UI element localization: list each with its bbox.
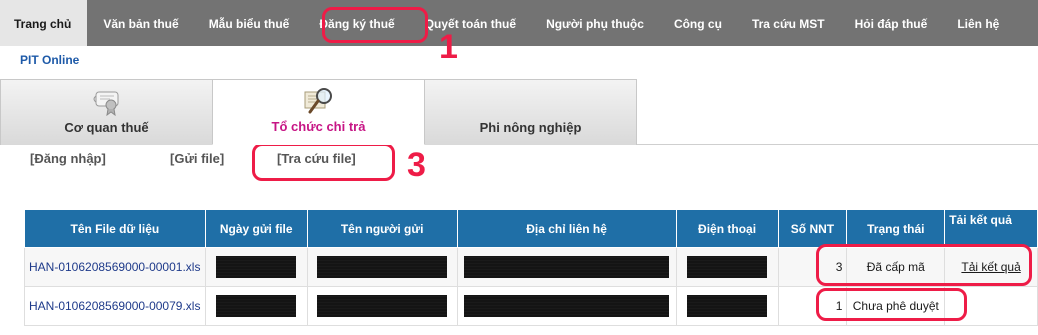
taxpayer-count-cell: 1 (777, 286, 848, 326)
tab-paying-organization[interactable]: Tổ chức chi trả (212, 79, 425, 145)
send-date-cell (204, 247, 308, 287)
nav-item-home[interactable]: Trang chủ (0, 0, 88, 46)
column-header-address[interactable]: Địa chỉ liên hệ (456, 209, 677, 248)
file-name[interactable]: HAN-0106208569000-00079.xls (29, 299, 200, 313)
phone-cell (675, 247, 779, 287)
tab-label: Phi nông nghiệp (479, 120, 582, 135)
nav-item-tax-registration[interactable]: Đăng ký thuế (303, 0, 408, 46)
certificate-scroll-icon (93, 91, 118, 116)
lookup-file-link[interactable]: [Tra cứu file] (277, 151, 356, 166)
taxpayer-count-cell: 3 (777, 247, 848, 287)
page: Trang chủ Văn bản thuế Mẫu biểu thuế Đăn… (0, 0, 1038, 335)
table-header-row: Tên File dữ liệu Ngày gửi file Tên người… (24, 209, 1038, 248)
nav-item-tin-lookup[interactable]: Tra cứu MST (736, 0, 839, 46)
redacted-block (687, 256, 768, 278)
annotation-number-1: 1 (439, 28, 458, 66)
nav-item-faq[interactable]: Hỏi đáp thuế (839, 0, 942, 46)
tab-non-agricultural[interactable]: Phi nông nghiệp (424, 79, 637, 145)
column-header-send-date[interactable]: Ngày gửi file (204, 209, 308, 248)
download-result-link[interactable]: Tải kết quả (961, 260, 1020, 274)
file-name-cell: HAN-0106208569000-00001.xls (24, 247, 206, 287)
annotation-number-3: 3 (407, 146, 426, 184)
file-name-cell: HAN-0106208569000-00079.xls (24, 286, 206, 326)
pit-online-link[interactable]: PIT Online (20, 53, 79, 67)
redacted-block (216, 256, 297, 278)
tab-label: Cơ quan thuế (64, 120, 149, 135)
column-header-phone[interactable]: Điện thoại (675, 209, 779, 248)
send-date-cell (204, 286, 308, 326)
download-cell (944, 286, 1038, 326)
redacted-block (317, 256, 448, 278)
address-cell (456, 247, 677, 287)
nav-item-dependents[interactable]: Người phụ thuộc (530, 0, 658, 46)
column-header-taxpayer-count[interactable]: Số NNT (777, 209, 848, 248)
tab-label: Tổ chức chi trả (271, 119, 366, 134)
column-header-sender-name[interactable]: Tên người gửi (306, 209, 458, 248)
sender-name-cell (306, 286, 458, 326)
send-file-link[interactable]: [Gửi file] (170, 151, 224, 166)
redacted-block (317, 295, 448, 317)
nav-item-legal-docs[interactable]: Văn bản thuế (87, 0, 192, 46)
file-results-table: Tên File dữ liệu Ngày gửi file Tên người… (24, 209, 1038, 326)
column-header-file-name[interactable]: Tên File dữ liệu (24, 209, 206, 248)
redacted-block (464, 295, 670, 317)
login-link[interactable]: [Đăng nhập] (30, 151, 106, 166)
column-header-status[interactable]: Trạng thái (846, 209, 946, 248)
nav-item-tools[interactable]: Công cụ (658, 0, 736, 46)
redacted-block (216, 295, 297, 317)
nav-item-tax-forms[interactable]: Mẫu biểu thuế (193, 0, 304, 46)
download-cell: Tải kết quả (944, 247, 1038, 287)
file-name[interactable]: HAN-0106208569000-00001.xls (29, 260, 200, 274)
nav-item-tax-finalization[interactable]: Quyết toán thuế (409, 0, 530, 46)
nav-item-contact[interactable]: Liên hệ (941, 0, 1013, 46)
status-cell: Đã cấp mã (846, 247, 946, 287)
redacted-block (687, 295, 768, 317)
column-header-download[interactable]: Tải kết quả (944, 209, 1038, 248)
status-cell: Chưa phê duyệt (846, 286, 946, 326)
address-cell (456, 286, 677, 326)
phone-cell (675, 286, 779, 326)
magnifier-document-icon (304, 88, 332, 114)
top-nav-bar: Trang chủ Văn bản thuế Mẫu biểu thuế Đăn… (0, 0, 1038, 46)
tab-tax-authority[interactable]: Cơ quan thuế (0, 79, 213, 145)
redacted-block (464, 256, 670, 278)
table-row: HAN-0106208569000-00001.xls 3 Đã cấp mã … (24, 247, 1038, 287)
tab-bar: Cơ quan thuế Tổ chức chi trả Phi nông ng… (0, 79, 1038, 145)
table-row: HAN-0106208569000-00079.xls 1 Chưa phê d… (24, 286, 1038, 326)
sender-name-cell (306, 247, 458, 287)
